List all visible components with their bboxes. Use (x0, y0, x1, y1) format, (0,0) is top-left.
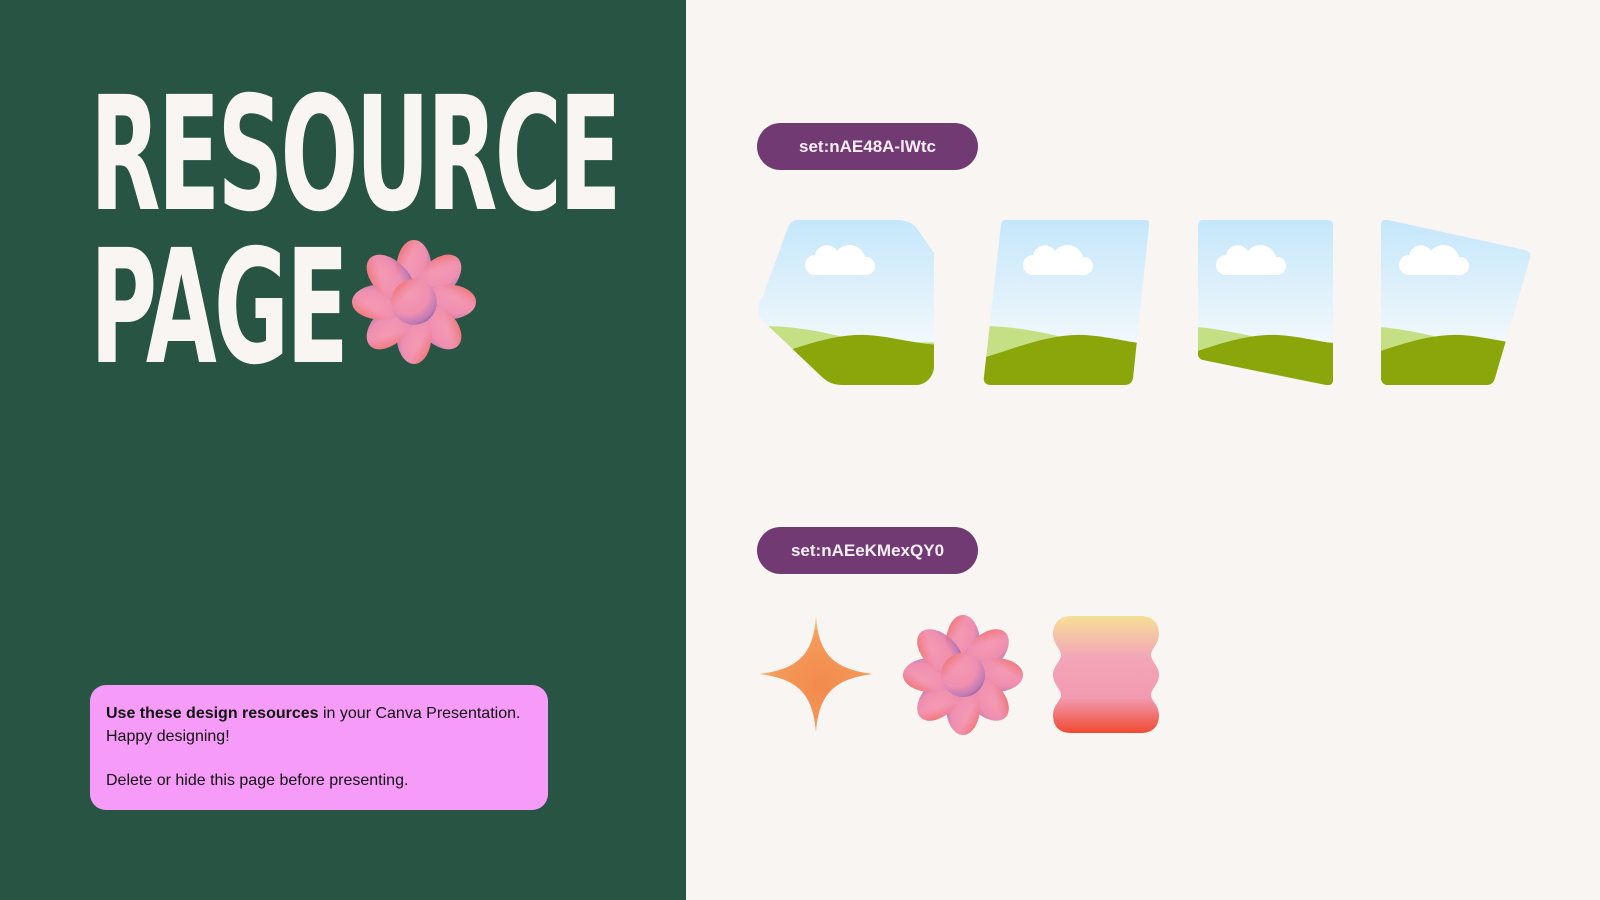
note-line-1: Use these design resources in your Canva… (106, 703, 532, 726)
flower-icon[interactable] (903, 615, 1023, 735)
set-label-pill: set:nAEeKMexQY0 (757, 527, 978, 574)
slanted-photo-frame-icon[interactable] (983, 220, 1149, 385)
instructions-note: Use these design resources in your Canva… (90, 685, 548, 810)
page-title-line-1: RESOURCE (90, 63, 622, 247)
hexagon-photo-frame-icon[interactable] (757, 220, 934, 385)
note-rest-text: in your Canva Presentation. (318, 705, 521, 722)
note-line-3: Delete or hide this page before presenti… (106, 772, 409, 789)
wavy-blob-icon[interactable] (1053, 616, 1159, 733)
note-line-2: Happy designing! (106, 727, 230, 745)
flower-icon[interactable] (352, 240, 476, 364)
page-title-line-2: PAGE (90, 216, 349, 400)
skewed-photo-frame-icon[interactable] (1381, 220, 1531, 385)
left-panel: RESOURCE PAGE Use these design resources… (0, 0, 686, 900)
set-label-pill: set:nAE48A-lWtc (757, 123, 978, 170)
angled-bottom-photo-frame-icon[interactable] (1198, 220, 1333, 385)
note-bold-text: Use these design resources (106, 705, 319, 722)
four-point-star-icon[interactable] (759, 617, 873, 732)
